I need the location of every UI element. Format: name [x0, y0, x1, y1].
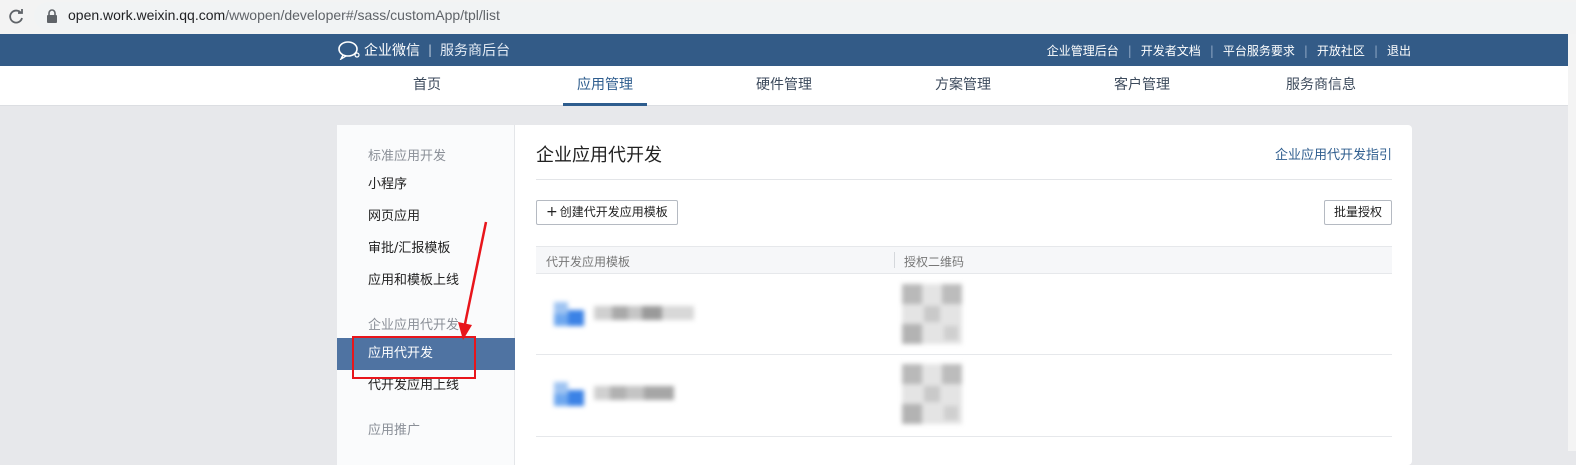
main-nav: 首页 应用管理 硬件管理 方案管理 客户管理 服务商信息 [0, 66, 1568, 106]
top-header: 企业微信 | 服务商后台 企业管理后台 | 开发者文档 | 平台服务要求 | 开… [0, 34, 1568, 66]
column-divider [894, 252, 895, 268]
qr-code-image [902, 284, 962, 344]
sidebar: 标准应用开发 小程序 网页应用 审批/汇报模板 应用和模板上线 企业应用代开发 … [337, 125, 515, 465]
reload-icon[interactable] [6, 7, 26, 27]
main-card: 标准应用开发 小程序 网页应用 审批/汇报模板 应用和模板上线 企业应用代开发 … [337, 125, 1412, 465]
url-host: open.work.weixin.qq.com [68, 7, 226, 23]
sidebar-group-custom-dev: 企业应用代开发 [368, 318, 460, 333]
column-template: 代开发应用模板 [546, 255, 631, 269]
link-admin[interactable]: 企业管理后台 [1047, 42, 1119, 59]
plus-icon: + [546, 204, 558, 220]
annotation-highlight-box [352, 336, 476, 379]
link-divider: | [1127, 43, 1132, 58]
browser-address-bar: open.work.weixin.qq.com/wwopen/developer… [0, 0, 1576, 34]
guide-link[interactable]: 企业应用代开发指引 [1275, 144, 1392, 163]
app-name-redacted [594, 306, 694, 320]
url-bar[interactable]: open.work.weixin.qq.com/wwopen/developer… [34, 2, 1576, 30]
table-row[interactable] [536, 356, 1392, 437]
header-links: 企业管理后台 | 开发者文档 | 平台服务要求 | 开放社区 | 退出 [1047, 42, 1411, 59]
app-icon [554, 382, 584, 406]
sidebar-item-approval-templates[interactable]: 审批/汇报模板 [337, 233, 515, 265]
create-template-label: 创建代开发应用模板 [559, 205, 668, 219]
table-header: 代开发应用模板 授权二维码 [536, 246, 1392, 274]
brand-subtitle: 服务商后台 [440, 43, 511, 59]
link-logout[interactable]: 退出 [1387, 42, 1411, 59]
tab-solution-management[interactable]: 方案管理 [903, 66, 1023, 106]
sidebar-item-miniprogram[interactable]: 小程序 [337, 169, 515, 201]
link-platform-requirements[interactable]: 平台服务要求 [1223, 42, 1295, 59]
tab-app-management[interactable]: 应用管理 [545, 66, 665, 106]
tab-provider-info[interactable]: 服务商信息 [1261, 66, 1381, 106]
brand-separator: | [428, 43, 433, 57]
link-divider: | [1373, 43, 1378, 58]
app-icon [554, 302, 584, 326]
link-dev-docs[interactable]: 开发者文档 [1141, 42, 1201, 59]
sidebar-group-standard: 标准应用开发 [368, 149, 447, 164]
scrollbar[interactable] [1568, 34, 1576, 451]
page-title: 企业应用代开发 [536, 145, 662, 166]
url-path: /wwopen/developer#/sass/customApp/tpl/li… [225, 7, 500, 23]
table-row[interactable] [536, 274, 1392, 355]
tab-hardware-management[interactable]: 硬件管理 [724, 66, 844, 106]
sidebar-item-app-launch[interactable]: 应用和模板上线 [337, 265, 515, 297]
create-template-button[interactable]: + 创建代开发应用模板 [536, 200, 678, 225]
qr-code-image [902, 364, 962, 424]
link-community[interactable]: 开放社区 [1317, 42, 1365, 59]
column-qr: 授权二维码 [904, 255, 965, 269]
wework-logo-icon [338, 41, 360, 60]
batch-authorize-button[interactable]: 批量授权 [1323, 200, 1392, 225]
sidebar-group-promotion: 应用推广 [368, 423, 421, 438]
title-divider [536, 179, 1392, 180]
app-name-redacted [594, 386, 674, 400]
sidebar-item-webapp[interactable]: 网页应用 [337, 201, 515, 233]
brand-logo[interactable]: 企业微信 | 服务商后台 [337, 40, 510, 60]
url-text: open.work.weixin.qq.com/wwopen/developer… [68, 7, 500, 23]
link-divider: | [1209, 43, 1214, 58]
brand-name: 企业微信 [364, 43, 420, 59]
tab-customer-management[interactable]: 客户管理 [1082, 66, 1202, 106]
lock-icon [47, 9, 57, 23]
tab-home[interactable]: 首页 [367, 66, 487, 106]
link-divider: | [1303, 43, 1308, 58]
